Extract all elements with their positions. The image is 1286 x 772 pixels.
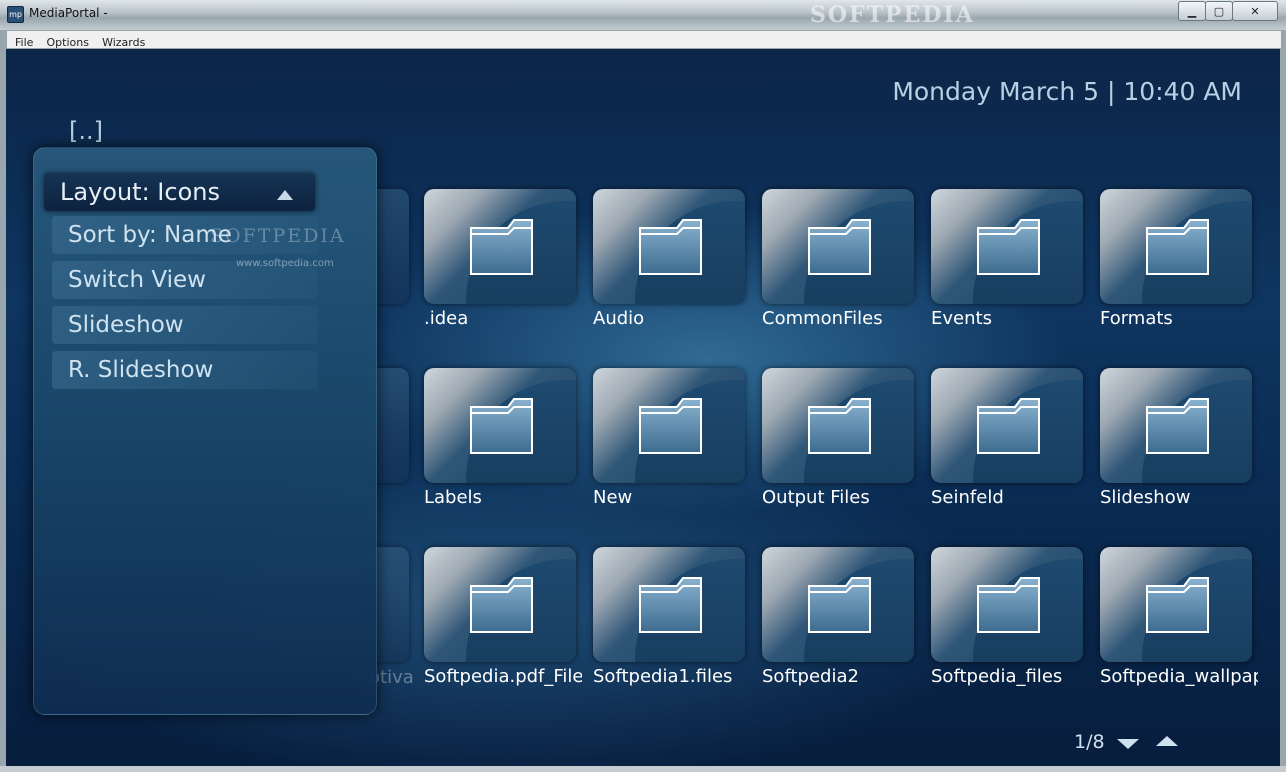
folder-label: Audio <box>593 308 645 329</box>
folder-icon <box>1146 577 1209 633</box>
title-bar: SOFTPEDIA mp MediaPortal - ▁ ▢ ✕ <box>0 0 1286 30</box>
folder-label: Softpedia_files <box>931 666 1063 687</box>
folder-icon <box>639 219 702 275</box>
folder-tile[interactable] <box>593 547 745 662</box>
folder-tile[interactable] <box>762 547 914 662</box>
menu-wizards[interactable]: Wizards <box>102 36 145 49</box>
folder-tile[interactable] <box>931 547 1083 662</box>
titlebar-watermark: SOFTPEDIA <box>810 2 975 28</box>
folder-tile[interactable] <box>1100 189 1252 304</box>
folder-icon <box>639 577 702 633</box>
folder-label: .idea <box>424 308 469 329</box>
folder-icon <box>808 219 871 275</box>
menu-file[interactable]: File <box>15 36 33 49</box>
minimize-button[interactable]: ▁ <box>1178 1 1206 21</box>
window-frame-bottom <box>0 766 1286 772</box>
sort-ascending-icon <box>277 190 293 200</box>
app-icon[interactable]: mp <box>7 6 24 23</box>
folder-label: Formats <box>1100 308 1173 329</box>
folder-tile[interactable] <box>424 368 576 483</box>
menu-options[interactable]: Options <box>47 36 89 49</box>
parent-folder-link[interactable]: [..] <box>69 117 103 145</box>
folder-label: CommonFiles <box>762 308 883 329</box>
folder-tile[interactable] <box>424 547 576 662</box>
page-up-icon[interactable] <box>1156 736 1178 746</box>
folder-icon <box>470 219 533 275</box>
softpedia-watermark-url: www.softpedia.com <box>236 258 334 269</box>
folder-tile[interactable] <box>593 189 745 304</box>
folder-tile[interactable] <box>593 368 745 483</box>
window-controls: ▁ ▢ ✕ <box>1178 1 1278 21</box>
folder-icon <box>639 398 702 454</box>
folder-label: Events <box>931 308 992 329</box>
page-down-icon[interactable] <box>1117 739 1139 749</box>
folder-tile[interactable] <box>762 368 914 483</box>
folder-label: Softpedia1.files <box>593 666 733 687</box>
folder-icon <box>977 577 1040 633</box>
menu-bar: File Options Wizards <box>6 30 1282 49</box>
folder-icon <box>977 398 1040 454</box>
folder-tile[interactable] <box>931 368 1083 483</box>
menu-item-layout[interactable]: Layout: Icons <box>44 173 315 211</box>
folder-label: Labels <box>424 487 482 508</box>
folder-tile[interactable] <box>931 189 1083 304</box>
folder-label: New <box>593 487 633 508</box>
folder-icon <box>470 398 533 454</box>
softpedia-watermark: SOFTPEDIA <box>210 225 346 247</box>
folder-icon <box>808 398 871 454</box>
folder-tile[interactable] <box>424 189 576 304</box>
folder-label: Slideshow <box>1100 487 1191 508</box>
folder-icon <box>808 577 871 633</box>
folder-tile[interactable] <box>1100 368 1252 483</box>
folder-icon <box>977 219 1040 275</box>
folder-label: Softpedia_wallpapers <box>1100 666 1258 687</box>
folder-icon <box>1146 219 1209 275</box>
folder-label: Softpedia.pdf_Files <box>424 666 582 687</box>
folder-label: Softpedia2 <box>762 666 859 687</box>
folder-icon <box>1146 398 1209 454</box>
clock: Monday March 5 | 10:40 AM <box>892 77 1242 106</box>
menu-item-random-slideshow[interactable]: R. Slideshow <box>52 351 318 389</box>
folder-icon <box>470 577 533 633</box>
folder-label: Seinfeld <box>931 487 1004 508</box>
folder-label: Output Files <box>762 487 870 508</box>
menu-item-slideshow[interactable]: Slideshow <box>52 306 318 344</box>
folder-tile[interactable] <box>762 189 914 304</box>
close-button[interactable]: ✕ <box>1232 1 1278 21</box>
maximize-button[interactable]: ▢ <box>1205 1 1233 21</box>
folder-tile[interactable] <box>1100 547 1252 662</box>
media-stage: Monday March 5 | 10:40 AM [..] otiva Lay… <box>6 49 1280 766</box>
page-indicator: 1/8 <box>1074 731 1105 753</box>
window-title: MediaPortal - <box>29 6 108 20</box>
